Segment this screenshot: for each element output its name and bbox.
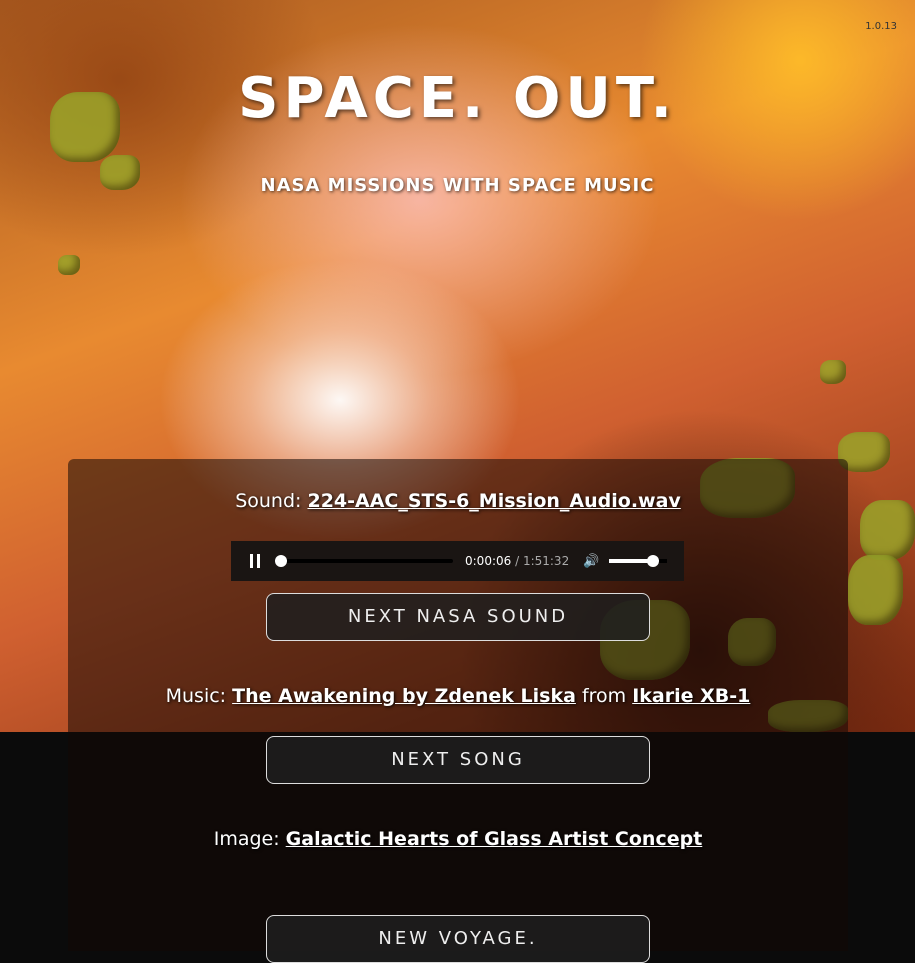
- volume-slider[interactable]: [609, 555, 668, 567]
- time-separator: /: [511, 554, 523, 568]
- page-title: SPACE. OUT.: [238, 66, 677, 131]
- next-nasa-sound-button[interactable]: NEXT NASA SOUND: [266, 593, 650, 641]
- from-text: from: [581, 685, 627, 707]
- new-voyage-button[interactable]: NEW VOYAGE.: [266, 915, 650, 963]
- page-subtitle: NASA MISSIONS WITH SPACE MUSIC: [260, 175, 655, 196]
- image-label: Image:: [213, 828, 280, 850]
- sound-info: Sound: 224-AAC_STS-6_Mission_Audio.wav: [68, 490, 848, 512]
- source-link[interactable]: Ikarie XB-1: [632, 685, 750, 707]
- sound-file-link[interactable]: 224-AAC_STS-6_Mission_Audio.wav: [307, 490, 680, 512]
- seek-knob[interactable]: [275, 555, 288, 567]
- volume-knob[interactable]: [646, 555, 659, 567]
- image-info: Image: Galactic Hearts of Glass Artist C…: [68, 828, 848, 850]
- music-info: Music: The Awakening by Zdenek Liska fro…: [68, 685, 848, 707]
- pause-icon[interactable]: [250, 554, 260, 568]
- music-label: Music:: [165, 685, 227, 707]
- next-song-button[interactable]: NEXT SONG: [266, 736, 650, 784]
- audio-player: 0:00:06 / 1:51:32 🔊: [231, 541, 684, 581]
- seek-slider[interactable]: [275, 555, 453, 567]
- image-link[interactable]: Galactic Hearts of Glass Artist Concept: [286, 828, 703, 850]
- song-link[interactable]: The Awakening by Zdenek Liska: [232, 685, 576, 707]
- volume-icon[interactable]: 🔊: [583, 554, 599, 569]
- sound-label: Sound:: [235, 490, 302, 512]
- version-label: 1.0.13: [865, 21, 897, 32]
- duration: 1:51:32: [522, 554, 570, 568]
- current-time: 0:00:06: [465, 554, 512, 568]
